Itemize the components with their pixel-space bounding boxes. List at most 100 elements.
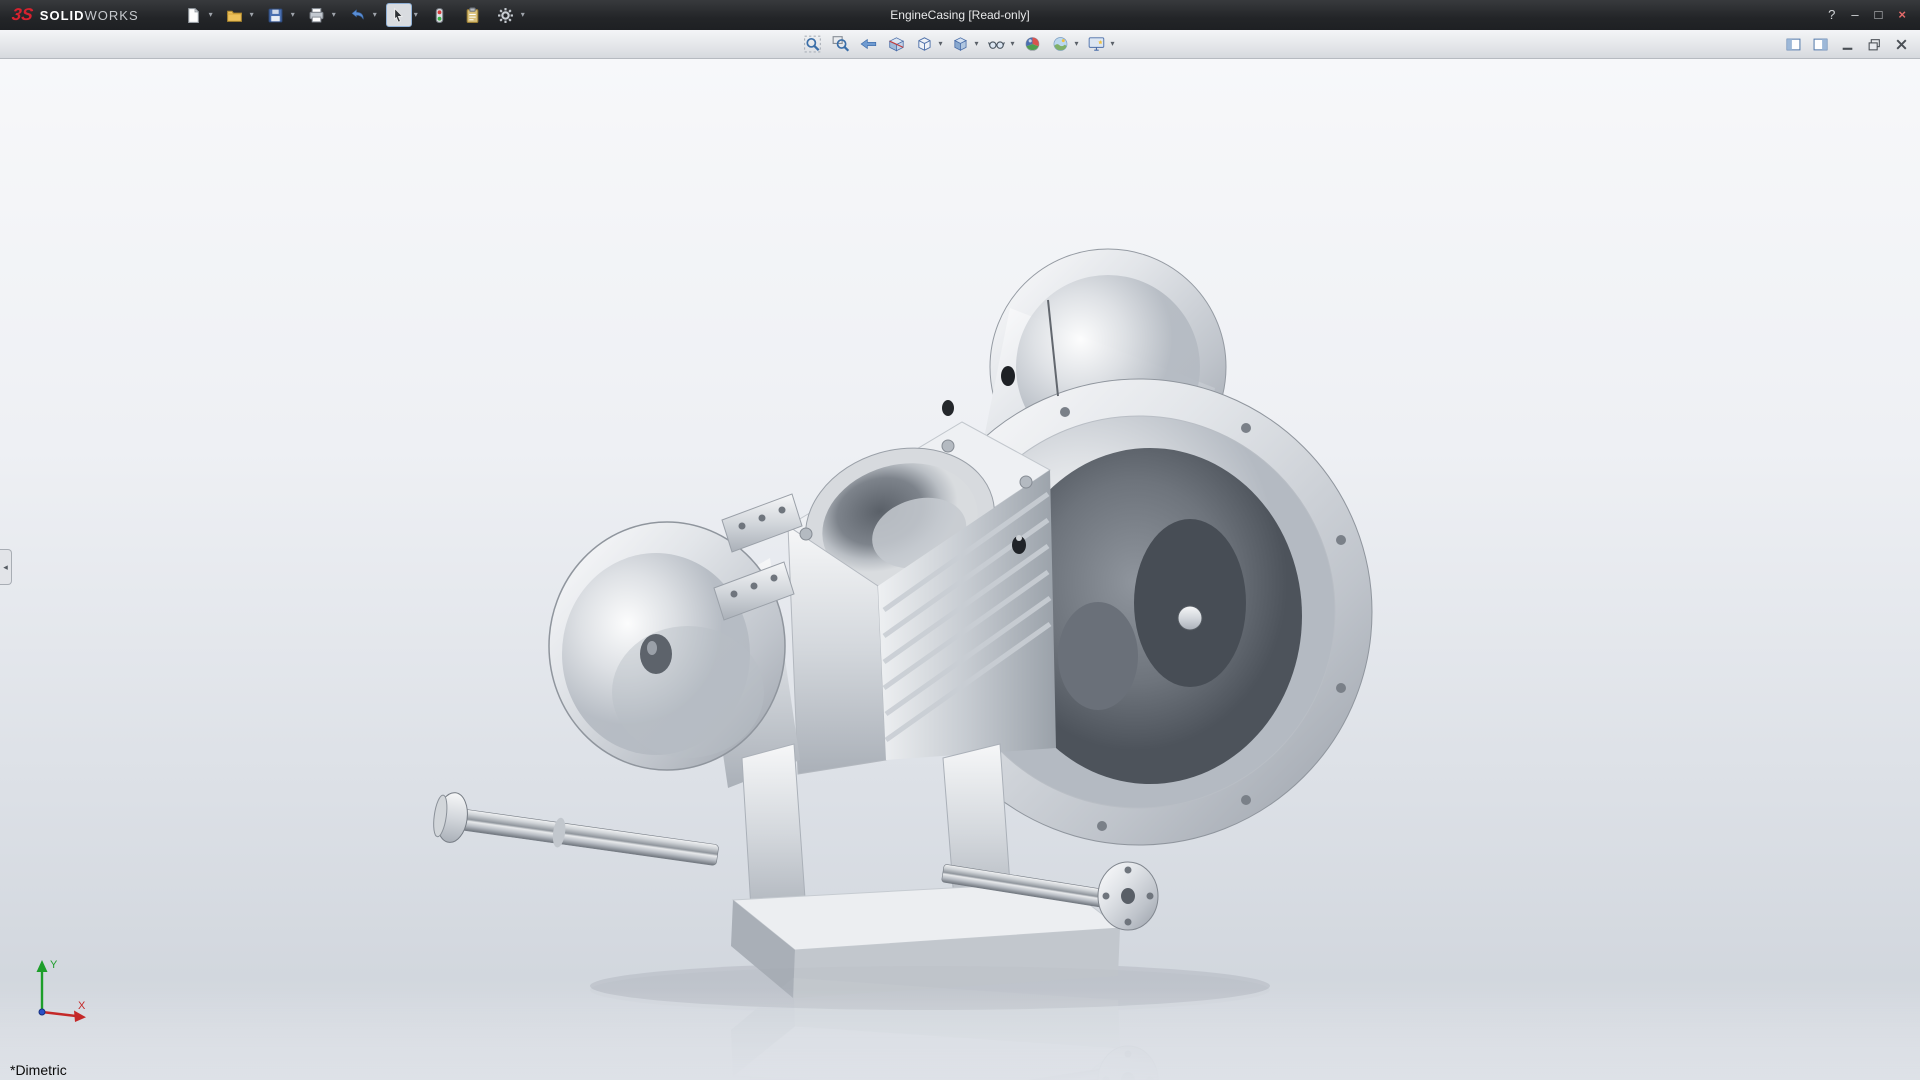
triad-y-label: Y <box>50 959 58 971</box>
new-document-dropdown[interactable]: ▾ <box>207 3 215 27</box>
triad-x-label: X <box>78 1000 86 1012</box>
new-document-group: ▾ <box>181 3 215 27</box>
zoom-to-fit-icon <box>803 35 821 53</box>
zoom-to-fit-group <box>800 32 824 56</box>
section-view-button[interactable] <box>884 32 908 56</box>
previous-view-group <box>856 32 880 56</box>
document-window-controls <box>1784 30 1914 58</box>
collapse-panel-tab[interactable]: ◂ <box>0 549 12 585</box>
undo-button[interactable] <box>345 3 371 27</box>
view-orientation-cube-icon <box>915 35 933 53</box>
edit-appearance-ball-icon <box>1024 35 1042 53</box>
section-view-icon <box>887 35 905 53</box>
help-button[interactable]: ? <box>1828 0 1835 30</box>
apply-scene-button[interactable] <box>1049 32 1073 56</box>
hide-show-items-glasses-icon <box>987 35 1005 53</box>
pane-right-icon <box>1813 37 1828 52</box>
view-settings-button[interactable] <box>1085 32 1109 56</box>
zoom-to-fit-button[interactable] <box>800 32 824 56</box>
file-properties-group <box>460 3 486 27</box>
brand-works: WORKS <box>85 8 139 23</box>
select-cursor-icon <box>390 7 407 24</box>
close-icon <box>1894 37 1909 52</box>
collapse-arrow-icon: ◂ <box>3 562 8 573</box>
print-group: ▾ <box>304 3 338 27</box>
view-orientation-dropdown[interactable]: ▾ <box>936 32 944 56</box>
select-dropdown[interactable]: ▾ <box>412 3 420 27</box>
file-properties-icon <box>464 7 481 24</box>
minimize-icon <box>1840 37 1855 52</box>
file-properties-button[interactable] <box>460 3 486 27</box>
minimize-document-button[interactable] <box>1838 35 1856 53</box>
pane-left-icon <box>1786 37 1801 52</box>
solidworks-logo[interactable]: 3S SOLIDWORKS <box>0 5 155 25</box>
orientation-triad[interactable]: Y X <box>24 952 94 1028</box>
select-group: ▾ <box>386 3 420 27</box>
restore-icon <box>1867 37 1882 52</box>
title-bar: 3S SOLIDWORKS EngineCasing [Read-only] ▾… <box>0 0 1920 30</box>
select-button[interactable] <box>386 3 412 27</box>
zoom-to-area-button[interactable] <box>828 32 852 56</box>
apply-scene-icon <box>1052 35 1070 53</box>
display-style-button[interactable] <box>948 32 972 56</box>
restore-document-button[interactable] <box>1865 35 1883 53</box>
view-settings-group: ▾ <box>1085 32 1117 56</box>
display-style-dropdown[interactable]: ▾ <box>972 32 980 56</box>
minimize-window-button[interactable]: – <box>1851 0 1858 30</box>
section-view-group <box>884 32 908 56</box>
solidworks-logo-mark: 3S <box>11 5 35 25</box>
open-button[interactable] <box>222 3 248 27</box>
options-button[interactable] <box>493 3 519 27</box>
new-document-button[interactable] <box>181 3 207 27</box>
hide-show-items-button[interactable] <box>984 32 1008 56</box>
apply-scene-group: ▾ <box>1049 32 1081 56</box>
edit-appearance-group <box>1021 32 1045 56</box>
save-button[interactable] <box>263 3 289 27</box>
new-document-icon <box>185 7 202 24</box>
rebuild-button[interactable] <box>427 3 453 27</box>
open-icon <box>226 7 243 24</box>
options-dropdown[interactable]: ▾ <box>519 3 527 27</box>
zoom-to-area-group <box>828 32 852 56</box>
pane-toggle-left-button[interactable] <box>1784 35 1802 53</box>
pane-toggle-right-button[interactable] <box>1811 35 1829 53</box>
brand-solid: SOLID <box>40 8 85 23</box>
maximize-window-button[interactable]: □ <box>1875 0 1883 30</box>
previous-view-button[interactable] <box>856 32 880 56</box>
previous-view-icon <box>859 35 877 53</box>
undo-dropdown[interactable]: ▾ <box>371 3 379 27</box>
view-settings-icon <box>1088 35 1106 53</box>
close-document-button[interactable] <box>1892 35 1910 53</box>
heads-up-view-toolbar: ▾ ▾ ▾ ▾ ▾ <box>800 30 1119 58</box>
save-dropdown[interactable]: ▾ <box>289 3 297 27</box>
view-orientation-group: ▾ <box>912 32 944 56</box>
apply-scene-dropdown[interactable]: ▾ <box>1073 32 1081 56</box>
undo-group: ▾ <box>345 3 379 27</box>
graphics-area[interactable]: Y X *Dimetric <box>0 58 1920 1080</box>
open-dropdown[interactable]: ▾ <box>248 3 256 27</box>
print-dropdown[interactable]: ▾ <box>330 3 338 27</box>
display-style-icon <box>951 35 969 53</box>
solidworks-wordmark: SOLIDWORKS <box>40 8 139 23</box>
edit-appearance-button[interactable] <box>1021 32 1045 56</box>
save-icon <box>267 7 284 24</box>
close-window-button[interactable]: × <box>1898 0 1906 30</box>
rebuild-group <box>427 3 453 27</box>
options-gear-icon <box>497 7 514 24</box>
undo-icon <box>349 7 366 24</box>
view-toolbar-row: ▾ ▾ ▾ ▾ ▾ <box>0 30 1920 59</box>
view-orientation-button[interactable] <box>912 32 936 56</box>
view-settings-dropdown[interactable]: ▾ <box>1109 32 1117 56</box>
standard-toolbar: ▾ ▾ ▾ ▾ ▾ ▾ <box>181 3 532 27</box>
display-style-group: ▾ <box>948 32 980 56</box>
open-group: ▾ <box>222 3 256 27</box>
save-group: ▾ <box>263 3 297 27</box>
rebuild-traffic-light-icon <box>431 7 448 24</box>
zoom-to-area-icon <box>831 35 849 53</box>
print-icon <box>308 7 325 24</box>
hide-show-items-group: ▾ <box>984 32 1016 56</box>
hide-show-items-dropdown[interactable]: ▾ <box>1008 32 1016 56</box>
print-button[interactable] <box>304 3 330 27</box>
options-group: ▾ <box>493 3 527 27</box>
model-engine-casing[interactable] <box>0 58 1920 1080</box>
